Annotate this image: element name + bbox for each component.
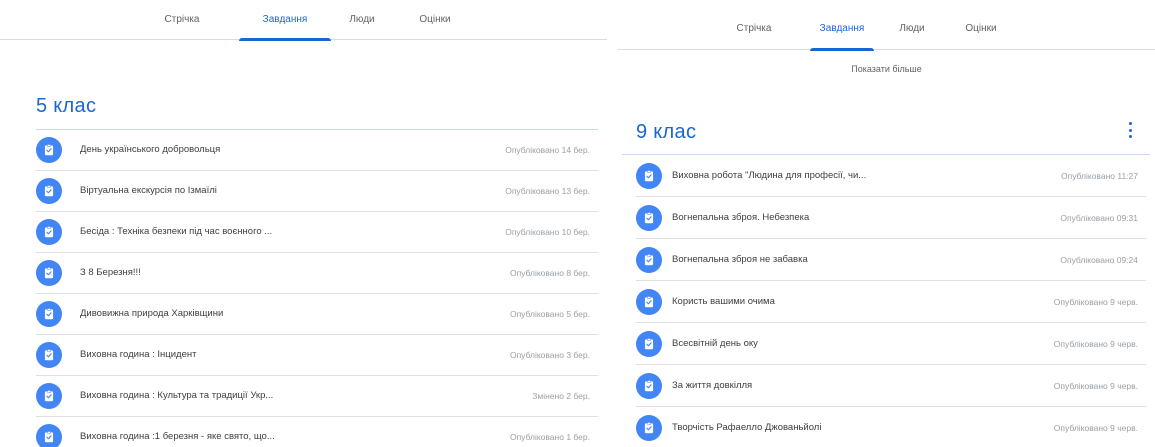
tab-classwork[interactable]: Завдання <box>810 4 874 51</box>
class-title: 5 клас <box>36 95 97 117</box>
assignment-icon <box>36 424 62 447</box>
list-item[interactable]: Виховна година : Культура та традиції Ук… <box>36 376 598 417</box>
assignment-icon <box>636 373 662 399</box>
assignment-icon <box>636 247 662 273</box>
list-item[interactable]: Виховна робота "Людина для професії, чи.… <box>636 155 1146 197</box>
assignment-title: Користь вашими очима <box>672 296 775 307</box>
assignment-icon <box>636 205 662 231</box>
assignment-title: Виховна година :1 березня - яке свято, щ… <box>80 431 275 442</box>
list-item[interactable]: Бесіда : Техніка безпеки під час воєнног… <box>36 212 598 253</box>
assignment-icon <box>636 331 662 357</box>
assignment-date: Опубліковано 8 бер. <box>509 268 590 278</box>
list-item[interactable]: З 8 Березня!!! Опубліковано 8 бер. <box>36 253 598 294</box>
assignment-icon <box>36 178 62 204</box>
assignment-date: Опубліковано 5 бер. <box>509 309 590 319</box>
assignment-title: Віртуальна екскурсія по Ізмаїлі <box>80 185 217 196</box>
assignment-title: Вогнепальна зброя. Небезпека <box>672 212 810 223</box>
tab-stream[interactable]: Стрічка <box>160 0 204 40</box>
assignment-date: Опубліковано 9 черв. <box>1053 297 1138 307</box>
assignment-icon <box>36 219 62 245</box>
assignment-icon <box>636 163 662 189</box>
list-item[interactable]: За життя довкілля Опубліковано 9 черв. <box>636 365 1146 407</box>
top-tabs: Стрічка Завдання Люди Оцінки <box>0 0 607 41</box>
list-item[interactable]: Вогнепальна зброя не забавка Опублікован… <box>636 239 1146 281</box>
assignment-date: Опубліковано 9 черв. <box>1053 423 1138 433</box>
tab-people[interactable]: Люди <box>349 0 375 40</box>
list-item[interactable]: Всесвітній день оку Опубліковано 9 черв. <box>636 323 1146 365</box>
tab-people[interactable]: Люди <box>899 4 925 50</box>
list-item[interactable]: День українського добровольця Опублікова… <box>36 130 598 171</box>
assignment-list: Виховна робота "Людина для професії, чи.… <box>636 155 1146 447</box>
assignment-title: День українського добровольця <box>80 144 221 155</box>
assignment-icon <box>36 383 62 409</box>
assignment-list: День українського добровольця Опублікова… <box>36 130 598 447</box>
assignment-title: Творчість Рафаелло Джованьйолі <box>672 422 822 433</box>
tab-grades[interactable]: Оцінки <box>961 4 1001 50</box>
assignment-icon <box>36 260 62 286</box>
classroom-panel-9-klas: Стрічка Завдання Люди Оцінки Показати бі… <box>618 0 1155 447</box>
assignment-icon <box>36 301 62 327</box>
assignment-title: Бесіда : Техніка безпеки під час воєнног… <box>80 226 273 237</box>
assignment-icon <box>36 342 62 368</box>
assignment-title: За життя довкілля <box>672 380 753 391</box>
show-more-link[interactable]: Показати більше <box>618 64 1155 74</box>
assignment-date: Опубліковано 14 бер. <box>505 145 590 155</box>
assignment-date: Змінено 2 бер. <box>532 391 590 401</box>
assignment-date: Опубліковано 1 бер. <box>509 432 590 442</box>
list-item[interactable]: Дивовижна природа Харківщини Опублікован… <box>36 294 598 335</box>
classroom-panel-5-klas: Стрічка Завдання Люди Оцінки 5 клас День… <box>0 0 607 447</box>
assignment-title: Виховна година : Інцидент <box>80 349 197 360</box>
list-item[interactable]: Виховна година : Інцидент Опубліковано 3… <box>36 335 598 376</box>
assignment-date: Опубліковано 09:24 <box>1060 255 1138 265</box>
assignment-title: Всесвітній день оку <box>672 338 758 349</box>
assignment-date: Опубліковано 9 черв. <box>1053 381 1138 391</box>
list-item[interactable]: Віртуальна екскурсія по Ізмаїлі Опубліко… <box>36 171 598 212</box>
assignment-title: З 8 Березня!!! <box>80 267 141 278</box>
assignment-icon <box>636 415 662 441</box>
assignment-date: Опубліковано 3 бер. <box>509 350 590 360</box>
assignment-date: Опубліковано 11:27 <box>1060 171 1138 181</box>
assignment-date: Опубліковано 9 черв. <box>1053 339 1138 349</box>
list-item[interactable]: Вогнепальна зброя. Небезпека Опублікован… <box>636 197 1146 239</box>
assignment-date: Опубліковано 10 бер. <box>505 227 590 237</box>
list-item[interactable]: Творчість Рафаелло Джованьйолі Опубліков… <box>636 407 1146 447</box>
list-item[interactable]: Виховна година :1 березня - яке свято, щ… <box>36 417 598 447</box>
assignment-date: Опубліковано 13 бер. <box>505 186 590 196</box>
tab-grades[interactable]: Оцінки <box>416 0 454 40</box>
list-item[interactable]: Користь вашими очима Опубліковано 9 черв… <box>636 281 1146 323</box>
tab-stream[interactable]: Стрічка <box>732 4 776 50</box>
top-tabs: Стрічка Завдання Люди Оцінки <box>618 4 1155 51</box>
assignment-date: Опубліковано 09:31 <box>1060 213 1138 223</box>
assignment-title: Виховна робота "Людина для професії, чи.… <box>672 170 867 181</box>
assignment-title: Дивовижна природа Харківщини <box>80 308 224 319</box>
assignment-title: Виховна година : Культура та традиції Ук… <box>80 390 274 401</box>
assignment-icon <box>36 137 62 163</box>
tab-classwork[interactable]: Завдання <box>239 0 331 41</box>
assignment-title: Вогнепальна зброя не забавка <box>672 254 808 265</box>
assignment-icon <box>636 289 662 315</box>
more-options-icon[interactable] <box>1125 122 1135 138</box>
class-title: 9 клас <box>636 121 697 143</box>
